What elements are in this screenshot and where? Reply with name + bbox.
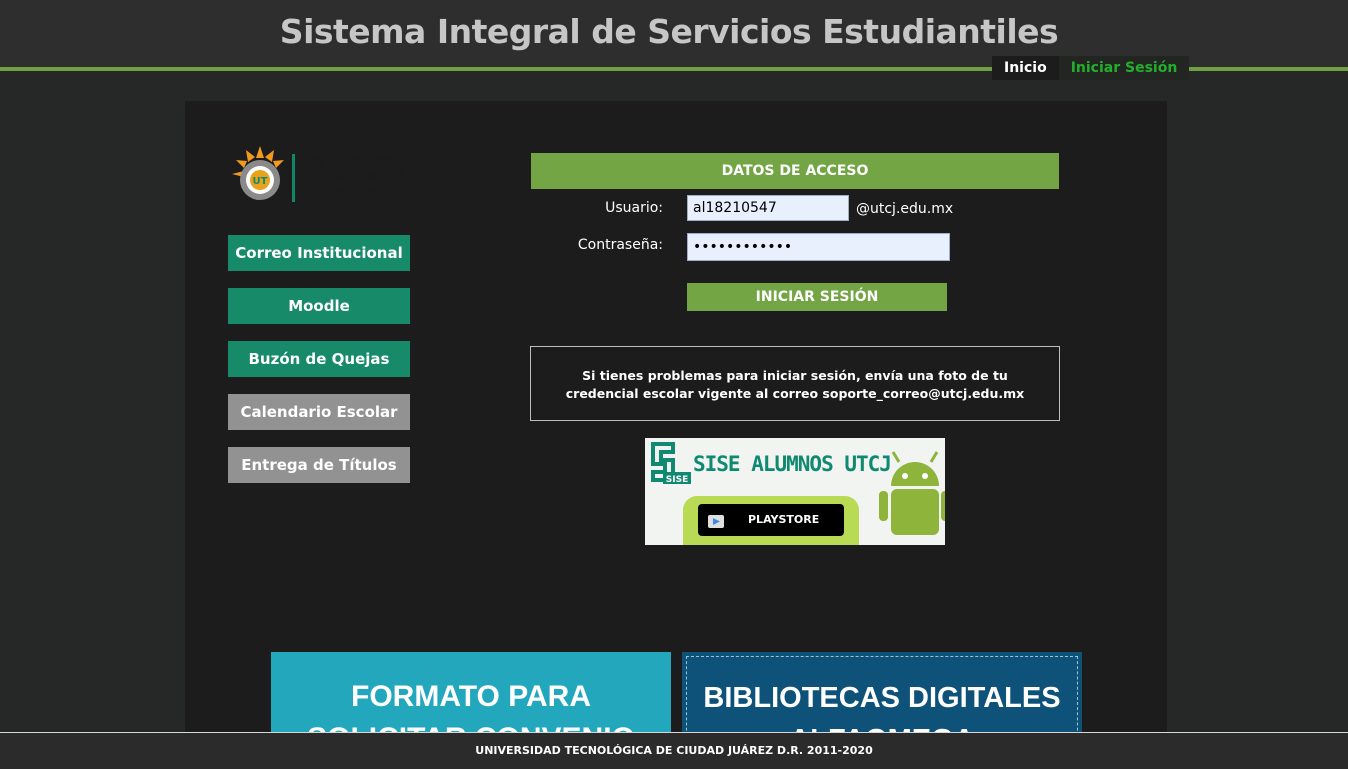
site-title: Sistema Integral de Servicios Estudianti… xyxy=(279,12,1059,51)
sise-logo-icon: SISE xyxy=(651,442,691,485)
login-submit-button[interactable]: INICIAR SESIÓN xyxy=(687,283,947,311)
promo-bibliotecas-line-1: BIBLIOTECAS DIGITALES xyxy=(703,682,1061,714)
promo-bibliotecas[interactable]: BIBLIOTECAS DIGITALES ALFAOMEGA xyxy=(682,652,1082,742)
sise-badge-text: SISE xyxy=(666,475,688,485)
calendario-escolar-button[interactable]: Calendario Escolar xyxy=(228,394,410,430)
entrega-titulos-button[interactable]: Entrega de Títulos xyxy=(228,447,410,483)
android-robot-icon xyxy=(879,451,945,535)
user-label: Usuario: xyxy=(605,200,663,216)
svg-text:UT: UT xyxy=(253,176,268,187)
promo-convenio[interactable]: FORMATO PARA SOLICITAR CONVENIO xyxy=(271,652,671,742)
app-banner-title: SISE ALUMNOS UTCJ xyxy=(693,452,892,476)
university-seal-icon: UT xyxy=(232,146,284,200)
sise-app-banner[interactable]: SISE SISE ALUMNOS UTCJ PLAYSTORE xyxy=(645,438,945,545)
notice-line-1: Si tienes problemas para iniciar sesión,… xyxy=(582,368,1008,383)
password-input[interactable] xyxy=(687,233,950,261)
university-logo: UT UNIVERSIDAD TECNOLÓGICA DE CIUDAD JUÁ… xyxy=(230,144,410,208)
access-data-header: DATOS DE ACCESO xyxy=(531,153,1059,189)
logo-wordmark: UNIVERSIDAD TECNOLÓGICA DE CIUDAD JUÁREZ xyxy=(302,154,406,195)
password-label: Contraseña: xyxy=(577,237,663,253)
buzon-quejas-button[interactable]: Buzón de Quejas xyxy=(228,341,410,377)
moodle-button[interactable]: Moodle xyxy=(228,288,410,324)
footer: UNIVERSIDAD TECNOLÓGICA DE CIUDAD JUÁREZ… xyxy=(0,732,1348,769)
nav-inicio[interactable]: Inicio xyxy=(992,56,1059,80)
logo-divider xyxy=(292,154,295,202)
playstore-label: PLAYSTORE xyxy=(748,513,820,526)
correo-institucional-button[interactable]: Correo Institucional xyxy=(228,235,410,271)
promo-convenio-line-1: FORMATO PARA xyxy=(351,680,591,713)
login-help-notice: Si tienes problemas para iniciar sesión,… xyxy=(530,346,1060,421)
username-input[interactable] xyxy=(687,195,849,221)
logo-line-3: DE CIUDAD JUÁREZ xyxy=(302,185,390,195)
playstore-icon xyxy=(708,515,724,528)
logo-line-2: TECNOLÓGICA xyxy=(302,168,406,185)
playstore-button[interactable]: PLAYSTORE xyxy=(698,504,844,536)
email-domain-suffix: @utcj.edu.mx xyxy=(856,201,954,217)
logo-line-1: UNIVERSIDAD xyxy=(302,153,400,170)
top-nav: Inicio Iniciar Sesión xyxy=(992,56,1190,80)
notice-line-2: credencial escolar vigente al correo sop… xyxy=(565,386,1025,401)
nav-iniciar-sesion[interactable]: Iniciar Sesión xyxy=(1058,56,1190,80)
